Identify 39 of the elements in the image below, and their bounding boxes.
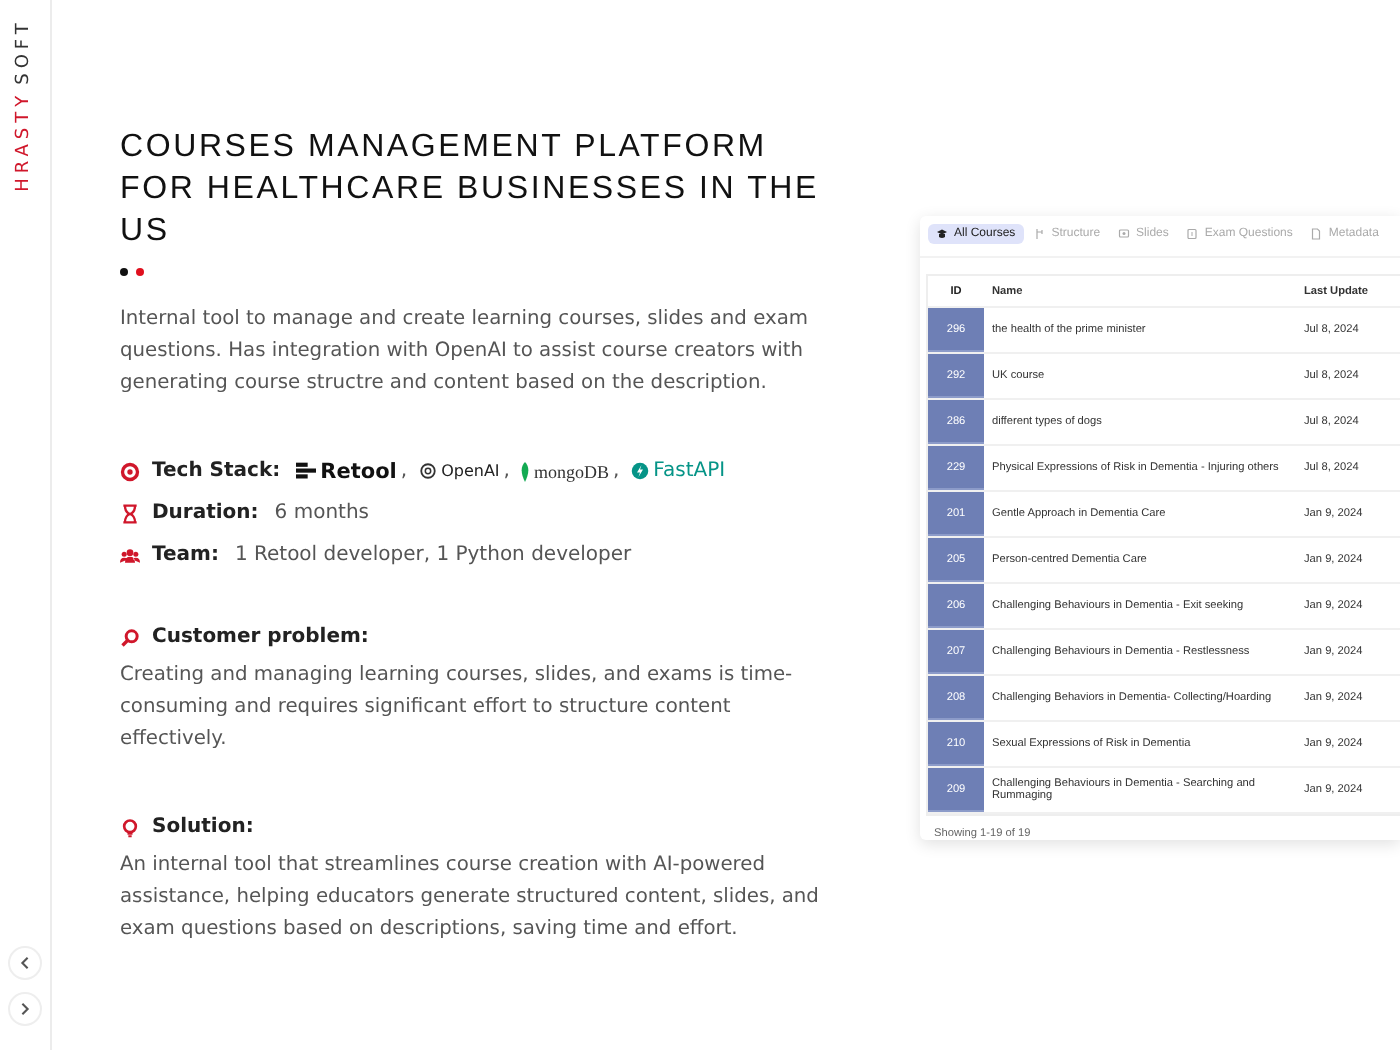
branch-icon (1033, 228, 1046, 240)
section-heading: Solution: (152, 816, 254, 838)
tech-logo-text: mongoDB (533, 461, 609, 481)
section-text: An internal tool that streamlines course creation with AI-powered assistance, helping educators generate structured content, slides, and exam questions based on descriptions, saving time and effort. (120, 852, 821, 944)
project-title: COURSES MANAGEMENT PLATFORM FOR HEALTHCARE BUSINESSES IN THE US (120, 128, 822, 252)
fact-label: Tech Stack: (152, 460, 281, 482)
separator-text: , (503, 460, 510, 482)
retool-logo-icon (296, 462, 317, 480)
chevron-right-icon (18, 1002, 32, 1016)
openai-logo-icon (417, 462, 438, 480)
fact-value: 1 Retool developer, 1 Python developer (234, 544, 632, 566)
chevron-left-icon (18, 956, 32, 970)
fastapi-logo-icon (629, 462, 650, 480)
fact-label: Duration: (152, 502, 259, 524)
tech-logo-text: Retool (320, 459, 397, 483)
dot (136, 268, 144, 276)
project-description: Internal tool to manage and create learning courses, slides and exam questions. Has integration with OpenAI to assist course creators with generating course structre and content based on the description. (120, 306, 811, 398)
chip-icon (120, 461, 140, 481)
separator-text: , (612, 460, 620, 482)
image-icon (1118, 228, 1131, 240)
vertical-logo: HRASTY SOFT (14, 18, 36, 192)
section-heading: Customer problem: (152, 626, 369, 648)
leaf-icon (519, 461, 530, 481)
tech-logo-text: FastAPI (653, 460, 726, 482)
clipboard-icon (1186, 228, 1199, 240)
document-icon (1310, 228, 1323, 240)
dot (120, 268, 128, 276)
search-icon (120, 627, 140, 647)
hourglass-icon (120, 503, 140, 523)
previous-button[interactable] (8, 946, 42, 980)
people-icon (120, 545, 140, 565)
section-text: Creating and managing learning courses, slides, and exams is time-consuming and requires significant effort to structure content effectively. (120, 662, 795, 754)
fact-label: Team: (152, 544, 219, 566)
lightbulb-icon (120, 817, 140, 837)
fact-value: 6 months (274, 502, 370, 524)
separator-text: , (400, 460, 408, 482)
graduation-cap-icon (936, 228, 948, 240)
next-button[interactable] (8, 992, 42, 1026)
tech-logo-text: OpenAI (441, 462, 500, 480)
